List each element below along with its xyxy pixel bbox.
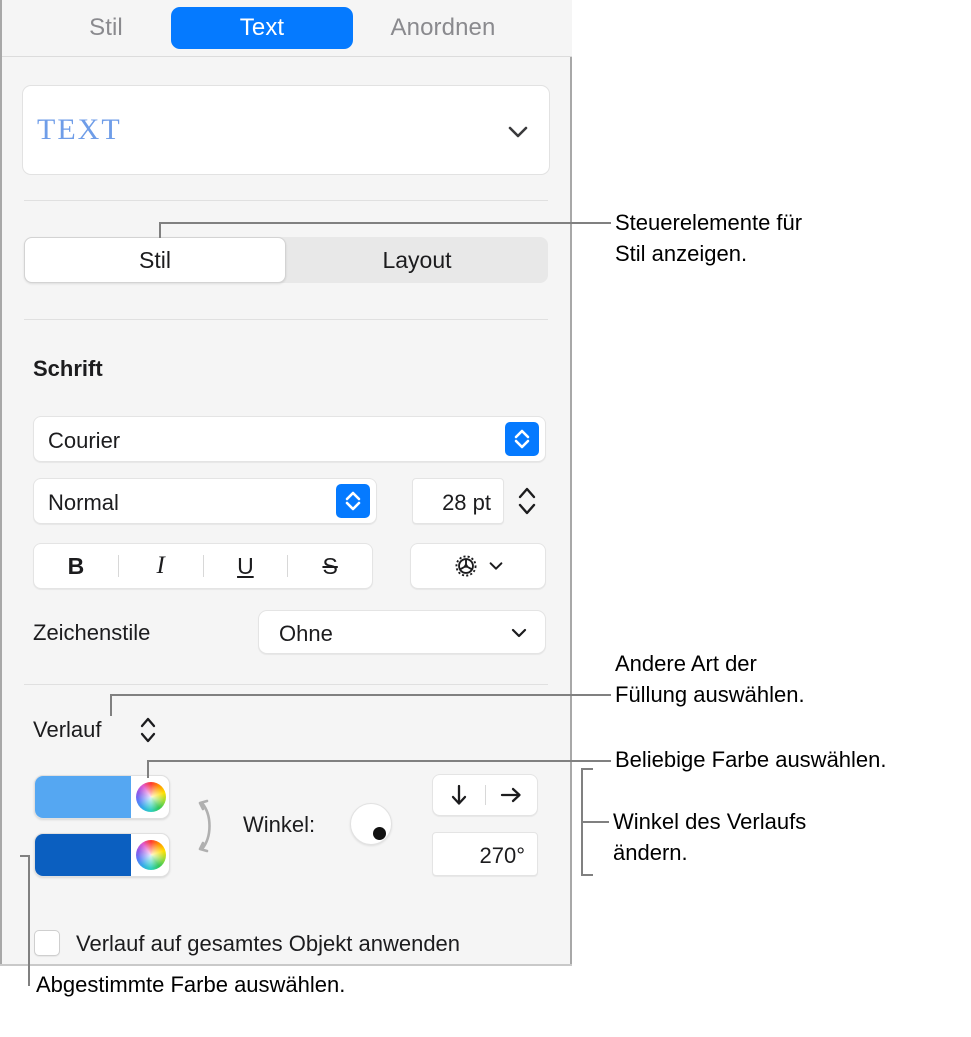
angle-label: Winkel: bbox=[243, 812, 316, 837]
tab-text[interactable]: Text bbox=[171, 7, 353, 49]
chevron-down-icon bbox=[509, 623, 529, 643]
segment-stil[interactable]: Stil bbox=[24, 237, 286, 283]
leader-line bbox=[159, 222, 161, 238]
style-layout-segmented-control: Stil Layout bbox=[24, 237, 548, 283]
apply-gradient-to-object-label: Verlauf auf gesamtes Objekt anwenden bbox=[76, 931, 461, 956]
angle-dial-icon[interactable] bbox=[350, 803, 392, 845]
leader-line bbox=[28, 855, 30, 986]
panel-left-edge bbox=[0, 0, 2, 966]
italic-button[interactable]: I bbox=[119, 544, 203, 588]
preview-sample-text: TEXT bbox=[37, 113, 122, 146]
divider-above-fill bbox=[24, 684, 548, 685]
callout-style-controls: Steuerelemente für Stil anzeigen. bbox=[615, 210, 803, 266]
tab-stil[interactable]: Stil bbox=[41, 7, 171, 49]
font-style-stepper-icon[interactable] bbox=[336, 484, 370, 518]
gradient-direction-buttons bbox=[432, 774, 538, 816]
gradient-start-color-well[interactable] bbox=[34, 775, 170, 819]
callout-matched-color: Abgestimmte Farbe auswählen. bbox=[36, 972, 346, 997]
callout-any-color: Beliebige Farbe auswählen. bbox=[615, 747, 887, 772]
up-down-stepper-icon[interactable] bbox=[137, 715, 159, 745]
font-section-heading: Schrift bbox=[33, 356, 103, 381]
divider-top bbox=[24, 200, 548, 201]
gear-icon bbox=[451, 551, 481, 581]
chevron-down-icon bbox=[487, 557, 505, 575]
color-wheel-icon[interactable] bbox=[136, 840, 166, 870]
font-size-value: 28 pt bbox=[442, 490, 491, 515]
font-family-value: Courier bbox=[48, 428, 121, 453]
arrow-right-icon[interactable] bbox=[486, 782, 538, 808]
angle-input[interactable]: 270° bbox=[432, 832, 538, 876]
swap-colors-icon[interactable] bbox=[192, 795, 220, 857]
chevron-down-icon[interactable] bbox=[505, 119, 531, 145]
bracket-line bbox=[581, 821, 609, 823]
callout-gradient-angle: Winkel des Verlaufs ändern. bbox=[613, 809, 807, 865]
character-styles-label: Zeichenstile bbox=[33, 620, 151, 645]
arrow-down-icon[interactable] bbox=[433, 782, 485, 808]
tab-anordnen[interactable]: Anordnen bbox=[353, 7, 533, 49]
font-size-input[interactable]: 28 pt bbox=[412, 478, 504, 524]
strikethrough-button[interactable]: S bbox=[288, 544, 372, 588]
leader-line bbox=[159, 222, 611, 224]
panel-bottom-edge bbox=[0, 964, 572, 966]
character-styles-value: Ohne bbox=[279, 621, 333, 646]
bold-button[interactable]: B bbox=[34, 544, 118, 588]
fill-type-label[interactable]: Verlauf bbox=[33, 717, 102, 743]
bracket-line bbox=[581, 768, 593, 770]
bracket-line bbox=[581, 874, 593, 876]
angle-value: 270° bbox=[479, 843, 525, 868]
leader-line bbox=[147, 760, 611, 762]
gradient-end-color[interactable] bbox=[35, 834, 131, 876]
text-format-button-group: B I U S bbox=[33, 543, 373, 589]
gradient-start-color[interactable] bbox=[35, 776, 131, 818]
font-style-select[interactable]: Normal bbox=[33, 478, 377, 524]
color-wheel-icon[interactable] bbox=[136, 782, 166, 812]
font-options-button[interactable] bbox=[410, 543, 546, 589]
segment-layout[interactable]: Layout bbox=[286, 237, 548, 283]
character-styles-select[interactable]: Ohne bbox=[258, 610, 546, 654]
leader-line bbox=[147, 760, 149, 778]
inspector-tabbar: Stil Text Anordnen bbox=[2, 0, 572, 57]
apply-gradient-to-object-checkbox[interactable] bbox=[34, 930, 60, 956]
font-size-stepper[interactable] bbox=[512, 478, 542, 524]
font-family-stepper-icon[interactable] bbox=[505, 422, 539, 456]
leader-line bbox=[110, 694, 611, 696]
format-inspector-panel: Stil Text Anordnen TEXT Stil Layout Schr… bbox=[0, 0, 572, 966]
leader-line bbox=[110, 694, 112, 716]
gradient-end-color-well[interactable] bbox=[34, 833, 170, 877]
divider-above-font bbox=[24, 319, 548, 320]
font-style-value: Normal bbox=[48, 490, 119, 515]
text-style-preview[interactable]: TEXT bbox=[22, 85, 550, 175]
angle-dial-handle[interactable] bbox=[373, 827, 386, 840]
font-family-select[interactable]: Courier bbox=[33, 416, 546, 462]
callout-fill-type: Andere Art der Füllung auswählen. bbox=[615, 651, 805, 707]
underline-button[interactable]: U bbox=[204, 544, 288, 588]
